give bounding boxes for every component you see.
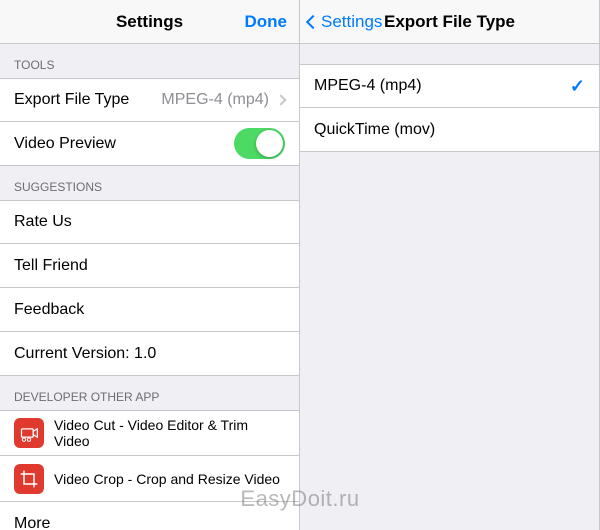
mp4-label: MPEG-4 (mp4) xyxy=(314,77,570,95)
video-crop-icon xyxy=(14,464,44,494)
chevron-left-icon xyxy=(306,14,320,28)
option-mov-row[interactable]: QuickTime (mov) xyxy=(300,108,599,152)
tools-header: TOOLS xyxy=(0,44,299,78)
version-row: Current Version: 1.0 xyxy=(0,332,299,376)
settings-title: Settings xyxy=(116,12,183,32)
video-preview-row: Video Preview xyxy=(0,122,299,166)
more-label: More xyxy=(14,515,285,530)
done-button[interactable]: Done xyxy=(245,12,288,32)
suggestions-header: SUGGESTIONS xyxy=(0,166,299,200)
export-file-type-row[interactable]: Export File Type MPEG-4 (mp4) xyxy=(0,78,299,122)
chevron-right-icon xyxy=(275,94,286,105)
feedback-label: Feedback xyxy=(14,301,285,319)
app1-label: Video Cut - Video Editor & Trim Video xyxy=(54,417,285,449)
checkmark-icon: ✓ xyxy=(570,76,585,97)
tell-label: Tell Friend xyxy=(14,257,285,275)
app2-label: Video Crop - Crop and Resize Video xyxy=(54,471,285,487)
more-apps-row[interactable]: More xyxy=(0,502,299,530)
rate-us-row[interactable]: Rate Us xyxy=(0,200,299,244)
option-mp4-row[interactable]: MPEG-4 (mp4) ✓ xyxy=(300,64,599,108)
export-value: MPEG-4 (mp4) xyxy=(161,91,269,109)
back-button[interactable]: Settings xyxy=(308,12,382,32)
app-video-crop-row[interactable]: Video Crop - Crop and Resize Video xyxy=(0,456,299,502)
mov-label: QuickTime (mov) xyxy=(314,121,585,139)
settings-pane: Settings Done TOOLS Export File Type MPE… xyxy=(0,0,300,530)
tell-friend-row[interactable]: Tell Friend xyxy=(0,244,299,288)
version-label: Current Version: 1.0 xyxy=(14,345,285,363)
spacer xyxy=(300,44,599,64)
video-cut-icon xyxy=(14,418,44,448)
preview-label: Video Preview xyxy=(14,135,234,153)
back-label: Settings xyxy=(321,12,382,32)
feedback-row[interactable]: Feedback xyxy=(0,288,299,332)
export-label: Export File Type xyxy=(14,91,161,109)
settings-navbar: Settings Done xyxy=(0,0,299,44)
developer-header: DEVELOPER OTHER APP xyxy=(0,376,299,410)
export-title: Export File Type xyxy=(384,12,515,32)
rate-label: Rate Us xyxy=(14,213,285,231)
export-navbar: Settings Export File Type xyxy=(300,0,599,44)
export-type-pane: Settings Export File Type MPEG-4 (mp4) ✓… xyxy=(300,0,600,530)
export-content: MPEG-4 (mp4) ✓ QuickTime (mov) xyxy=(300,44,599,530)
video-preview-switch[interactable] xyxy=(234,128,285,159)
settings-content: TOOLS Export File Type MPEG-4 (mp4) Vide… xyxy=(0,44,299,530)
app-video-cut-row[interactable]: Video Cut - Video Editor & Trim Video xyxy=(0,410,299,456)
